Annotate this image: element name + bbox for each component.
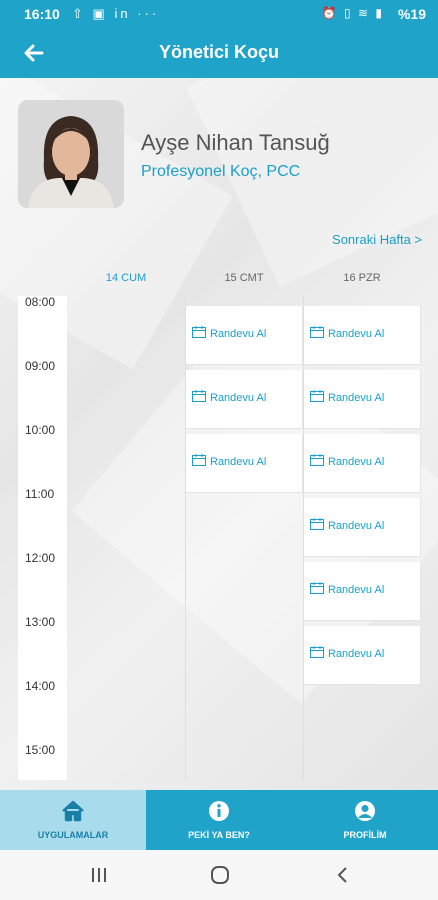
day-header-2: 15 CMT: [224, 272, 264, 284]
calendar-icon: [192, 454, 206, 466]
home-circle-icon[interactable]: [209, 864, 231, 886]
time-label: 10:00: [25, 423, 56, 437]
recents-icon[interactable]: [88, 864, 110, 886]
image-icon: ▣: [92, 6, 108, 21]
status-right-icons: ⏰ ▯ ≋ ▮: [322, 6, 384, 20]
system-nav-bar: [0, 850, 438, 900]
appointment-slot[interactable]: Randevu Al: [304, 434, 421, 493]
calendar-icon: [192, 390, 206, 402]
calendar-icon: [310, 518, 324, 530]
nav-label: UYGULAMALAR: [37, 830, 109, 840]
slot-label: Randevu Al: [328, 328, 385, 340]
nav-item-uygulamalar[interactable]: UYGULAMALAR: [0, 790, 146, 850]
calendar-icon: [310, 326, 324, 338]
upload-icon: ⇧: [72, 6, 86, 21]
status-left-icons: ⇧ ▣ in ···: [72, 6, 159, 22]
appointment-slot[interactable]: Randevu Al: [186, 306, 303, 365]
wifi-icon: ≋: [357, 6, 371, 20]
coach-role: Profesyonel Koç, PCC: [141, 163, 301, 180]
slot-label: Randevu Al: [328, 648, 385, 660]
time-label: 09:00: [25, 359, 56, 373]
time-label: 15:00: [25, 743, 56, 757]
avatar: [18, 100, 124, 208]
bottom-nav: UYGULAMALAR PEKİ YA BEN? PROFİLİM: [0, 790, 438, 850]
time-label: 08:00: [25, 295, 56, 309]
calendar-icon: [192, 326, 206, 338]
slot-label: Randevu Al: [328, 520, 385, 532]
day-header-1: 14 CUM: [105, 272, 147, 284]
calendar-icon: [310, 582, 324, 594]
nav-item-profilim[interactable]: PROFİLİM: [292, 790, 438, 850]
appointment-slot[interactable]: Randevu Al: [304, 498, 421, 557]
battery-level: %19: [397, 6, 426, 22]
time-label: 14:00: [25, 679, 56, 693]
linkedin-icon: in: [114, 6, 131, 21]
slot-label: Randevu Al: [328, 584, 385, 596]
time-label: 11:00: [25, 487, 55, 501]
app-bar: Yönetici Koçu: [0, 28, 438, 78]
day-header-3: 16 PZR: [343, 272, 381, 284]
appointment-slot[interactable]: Randevu Al: [304, 626, 421, 685]
appointment-slot[interactable]: Randevu Al: [304, 370, 421, 429]
slot-label: Randevu Al: [328, 456, 385, 468]
home-icon: [62, 800, 84, 822]
slot-label: Randevu Al: [210, 392, 267, 404]
appointment-slot[interactable]: Randevu Al: [186, 434, 303, 493]
user-icon: [355, 801, 375, 821]
status-bar: 16:10 ⇧ ▣ in ··· ⏰ ▯ ≋ ▮ %19: [0, 0, 438, 28]
vibrate-icon: ▯: [344, 6, 353, 20]
next-week-link[interactable]: Sonraki Hafta >: [332, 232, 422, 247]
appointment-slot[interactable]: Randevu Al: [186, 370, 303, 429]
status-time: 16:10: [24, 6, 60, 22]
back-chevron-icon[interactable]: [332, 864, 354, 886]
page-title: Yönetici Koçu: [158, 42, 279, 62]
time-label: 13:00: [25, 615, 56, 629]
info-icon: [209, 801, 229, 821]
coach-name: Ayşe Nihan Tansuğ: [141, 130, 330, 155]
column-divider: [185, 296, 186, 780]
appointment-slot[interactable]: Randevu Al: [304, 306, 421, 365]
calendar-icon: [310, 646, 324, 658]
signal-icon: ▮: [375, 6, 384, 20]
calendar-icon: [310, 390, 324, 402]
nav-item-peki-ya-ben[interactable]: PEKİ YA BEN?: [146, 790, 292, 850]
nav-label: PEKİ YA BEN?: [188, 830, 250, 840]
more-icon: ···: [137, 6, 160, 21]
nav-label: PROFİLİM: [343, 830, 387, 840]
slot-label: Randevu Al: [210, 328, 267, 340]
appointment-slot[interactable]: Randevu Al: [304, 562, 421, 621]
slot-label: Randevu Al: [328, 392, 385, 404]
time-label: 12:00: [25, 551, 56, 565]
alarm-icon: ⏰: [321, 6, 339, 20]
calendar-icon: [310, 454, 324, 466]
slot-label: Randevu Al: [210, 456, 267, 468]
